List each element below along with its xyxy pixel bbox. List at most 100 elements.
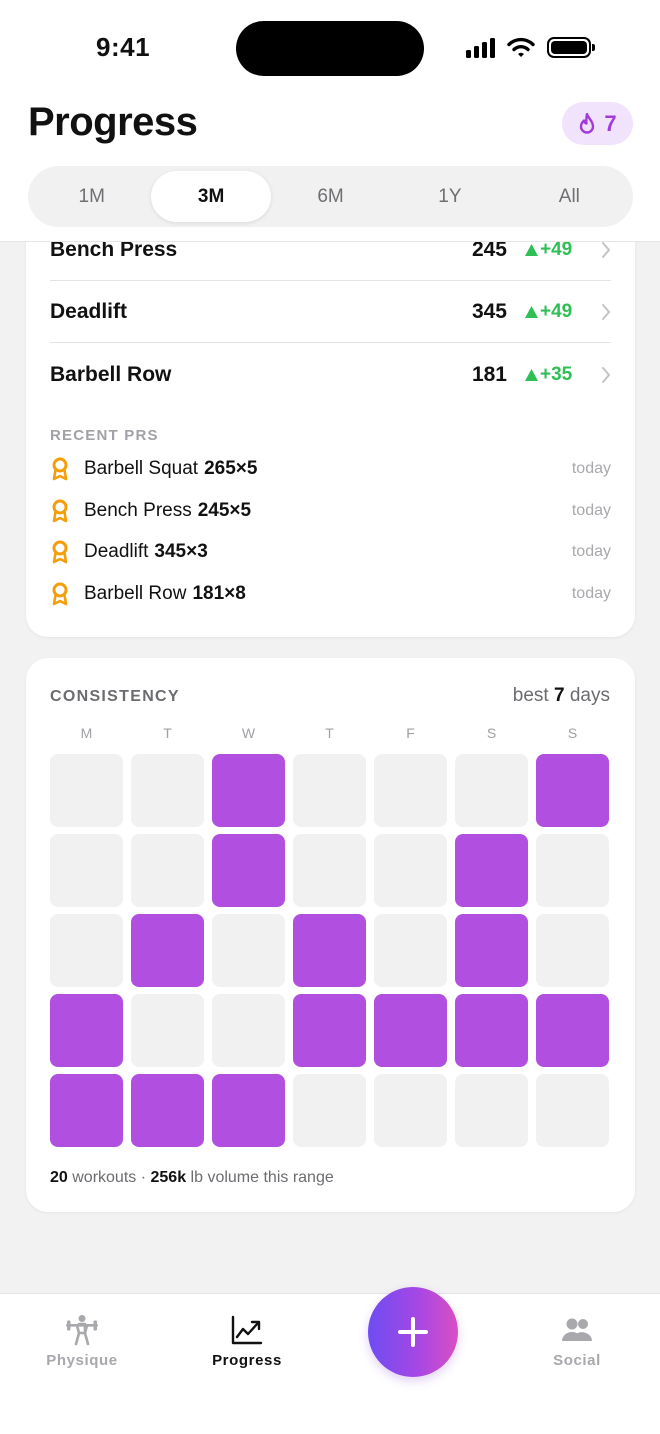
- best-streak-suffix: days: [569, 685, 610, 706]
- day-cell-empty: [293, 834, 366, 907]
- tab-label: Progress: [212, 1352, 282, 1369]
- day-cell-empty: [536, 914, 609, 987]
- day-cell-active: [374, 994, 447, 1067]
- weekday-header: M: [80, 725, 93, 741]
- weekday-header: W: [241, 725, 256, 741]
- pr-date: today: [571, 460, 611, 477]
- status-time: 9:41: [96, 32, 151, 62]
- pr-sets: 245×5: [197, 500, 252, 521]
- chart-line-icon: [231, 1315, 263, 1345]
- lift-delta: +49: [525, 239, 587, 261]
- medal-icon: [50, 582, 72, 606]
- best-streak-prefix: best: [512, 685, 549, 706]
- consistency-title: CONSISTENCY: [50, 688, 180, 705]
- volume-value: 256k: [150, 1169, 187, 1186]
- cellular-signal-icon: [466, 36, 495, 58]
- day-cell-empty: [50, 834, 123, 907]
- weekday-header: T: [163, 725, 172, 741]
- day-cell-active: [455, 914, 528, 987]
- weekday-headers: M T W T F S S: [50, 725, 609, 741]
- streak-badge[interactable]: 7: [562, 102, 633, 145]
- dynamic-island: [236, 21, 424, 76]
- range-tab-1m[interactable]: 1M: [32, 171, 151, 222]
- day-cell-empty: [455, 1074, 528, 1147]
- lift-delta-value: +35: [540, 363, 573, 385]
- best-streak-value: 7: [554, 685, 565, 706]
- streak-count: 7: [604, 110, 617, 136]
- lift-delta-value: +49: [540, 301, 573, 322]
- recent-prs-label: RECENT PRS: [50, 427, 159, 444]
- volume-label: lb volume this range: [190, 1169, 334, 1186]
- tab-social[interactable]: Social: [522, 1314, 632, 1369]
- day-cell-active: [50, 994, 123, 1067]
- tab-progress[interactable]: Progress: [192, 1314, 302, 1369]
- up-triangle-icon: [525, 368, 538, 381]
- lift-weight: 345: [471, 300, 507, 323]
- up-triangle-icon: [525, 244, 538, 256]
- weightlifter-icon: [66, 1315, 98, 1346]
- day-cell-empty: [374, 1074, 447, 1147]
- tab-physique[interactable]: Physique: [27, 1314, 137, 1369]
- lift-delta: +49: [525, 301, 587, 323]
- pr-lift-name: Barbell Row: [84, 583, 187, 604]
- pr-row: Barbell Squat 265×5 today: [50, 454, 611, 484]
- workouts-count: 20: [50, 1169, 68, 1186]
- weekday-header: F: [406, 725, 415, 741]
- pr-lift-name: Barbell Squat: [84, 458, 199, 479]
- pr-date: today: [571, 502, 611, 519]
- best-streak: best 7 days: [513, 685, 610, 707]
- weekday-header: T: [325, 725, 334, 741]
- status-icons: [466, 36, 595, 58]
- day-cell-empty: [293, 754, 366, 827]
- day-cell-empty: [131, 994, 204, 1067]
- tab-label: Social: [553, 1352, 601, 1369]
- pr-sets: 265×5: [204, 458, 258, 479]
- lift-row-barbell-row[interactable]: Barbell Row 181 +35: [50, 344, 611, 405]
- tab-label: Physique: [46, 1352, 118, 1369]
- day-cell-empty: [374, 834, 447, 907]
- day-cell-active: [536, 754, 609, 827]
- battery-icon: [547, 36, 595, 58]
- medal-icon: [50, 540, 72, 564]
- pr-sets: 181×8: [192, 583, 246, 604]
- chevron-right-icon: [593, 366, 611, 384]
- range-tab-1y[interactable]: 1Y: [390, 171, 509, 222]
- medal-icon: [50, 457, 72, 481]
- range-tab-3m[interactable]: 3M: [151, 171, 271, 222]
- range-tab-all[interactable]: All: [510, 171, 629, 222]
- day-cell-active: [212, 754, 285, 827]
- day-cell-empty: [455, 754, 528, 827]
- day-cell-active: [131, 1074, 204, 1147]
- range-tab-6m[interactable]: 6M: [271, 171, 390, 222]
- pr-date: today: [571, 585, 611, 602]
- workouts-label: workouts ·: [72, 1169, 147, 1186]
- day-cell-active: [212, 1074, 285, 1147]
- lift-delta: +35: [525, 364, 587, 386]
- lift-name: Deadlift: [50, 300, 128, 323]
- day-cell-empty: [50, 914, 123, 987]
- pr-date: today: [571, 543, 611, 560]
- consistency-grid: [50, 754, 609, 1147]
- day-cell-active: [455, 834, 528, 907]
- day-cell-active: [293, 914, 366, 987]
- pr-row: Bench Press 245×5 today: [50, 496, 611, 526]
- day-cell-active: [131, 914, 204, 987]
- add-workout-button[interactable]: [368, 1287, 458, 1377]
- day-cell-active: [455, 994, 528, 1067]
- consistency-card: CONSISTENCY best 7 days M T W T F S S 20…: [26, 658, 635, 1212]
- day-cell-empty: [212, 994, 285, 1067]
- day-cell-active: [293, 994, 366, 1067]
- pr-sets: 345×3: [154, 541, 208, 562]
- day-cell-empty: [536, 1074, 609, 1147]
- day-cell-empty: [374, 914, 447, 987]
- page-title: Progress: [28, 100, 198, 144]
- chevron-right-icon: [593, 303, 611, 321]
- lifts-card: Bench Press 245 +49 Deadlift 345 +49 Bar…: [26, 200, 635, 637]
- plus-icon: [398, 1317, 428, 1347]
- lift-row-deadlift[interactable]: Deadlift 345 +49: [50, 282, 611, 343]
- pr-lift-name: Deadlift: [84, 541, 149, 562]
- lift-delta-value: +49: [540, 239, 573, 260]
- flame-icon: [580, 112, 595, 134]
- day-cell-empty: [131, 834, 204, 907]
- day-cell-empty: [374, 754, 447, 827]
